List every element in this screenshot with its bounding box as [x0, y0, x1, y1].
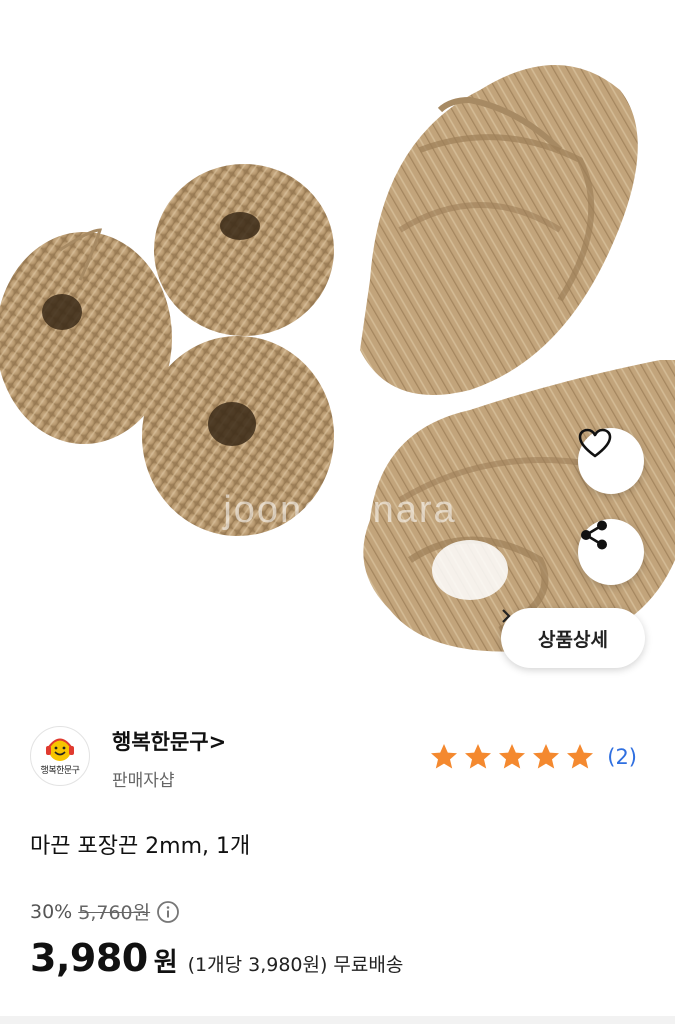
rating-stars [431, 744, 594, 769]
star-icon [567, 744, 594, 769]
shipping-info: 무료배송 [333, 954, 404, 976]
seller-name-chevron: > [208, 730, 227, 754]
product-detail-label: 상품상세 [538, 628, 608, 651]
favorite-button[interactable] [578, 428, 644, 494]
seller-name: 행복한문구 [112, 730, 209, 754]
section-divider [0, 1016, 675, 1024]
star-icon [499, 744, 526, 769]
sale-price-unit: 원 [153, 948, 178, 978]
product-image[interactable]: joonggonara 상품상세 [0, 0, 675, 700]
seller-name-link[interactable]: 행복한문구> [112, 726, 226, 756]
star-icon [465, 744, 492, 769]
share-button[interactable] [578, 519, 644, 585]
original-price-row: 30% 5,760원 [30, 898, 180, 925]
sale-price: 3,980 [30, 936, 148, 980]
seller-avatar[interactable]: 행복한문구 [30, 726, 90, 786]
unit-price: (1개당 3,980원) [187, 954, 328, 976]
heart-outline-icon [578, 428, 612, 458]
discount-rate: 30% [30, 900, 73, 923]
seller-logo-text: 행복한문구 [40, 766, 80, 776]
original-price: 5,760원 [78, 902, 151, 924]
info-circle-icon[interactable] [156, 900, 180, 924]
product-detail-button[interactable]: 상품상세 [501, 608, 645, 668]
seller-section: 행복한문구 행복한문구> 판매자샵 (2) [30, 726, 645, 791]
share-icon [581, 520, 607, 550]
star-icon [533, 744, 560, 769]
sale-price-row: 3,980 원 (1개당 3,980원) 무료배송 [30, 936, 403, 980]
rating[interactable]: (2) [429, 742, 637, 772]
star-icon [431, 744, 458, 769]
jute-twine-photo: joonggonara [0, 0, 675, 700]
smiley-logo-icon [46, 738, 74, 761]
review-count[interactable]: (2) [607, 745, 637, 769]
seller-type: 판매자샵 [112, 771, 175, 791]
chevron-right-icon [502, 609, 511, 623]
watermark: joonggonara [222, 489, 456, 531]
product-title: 마끈 포장끈 2mm, 1개 [30, 834, 251, 859]
